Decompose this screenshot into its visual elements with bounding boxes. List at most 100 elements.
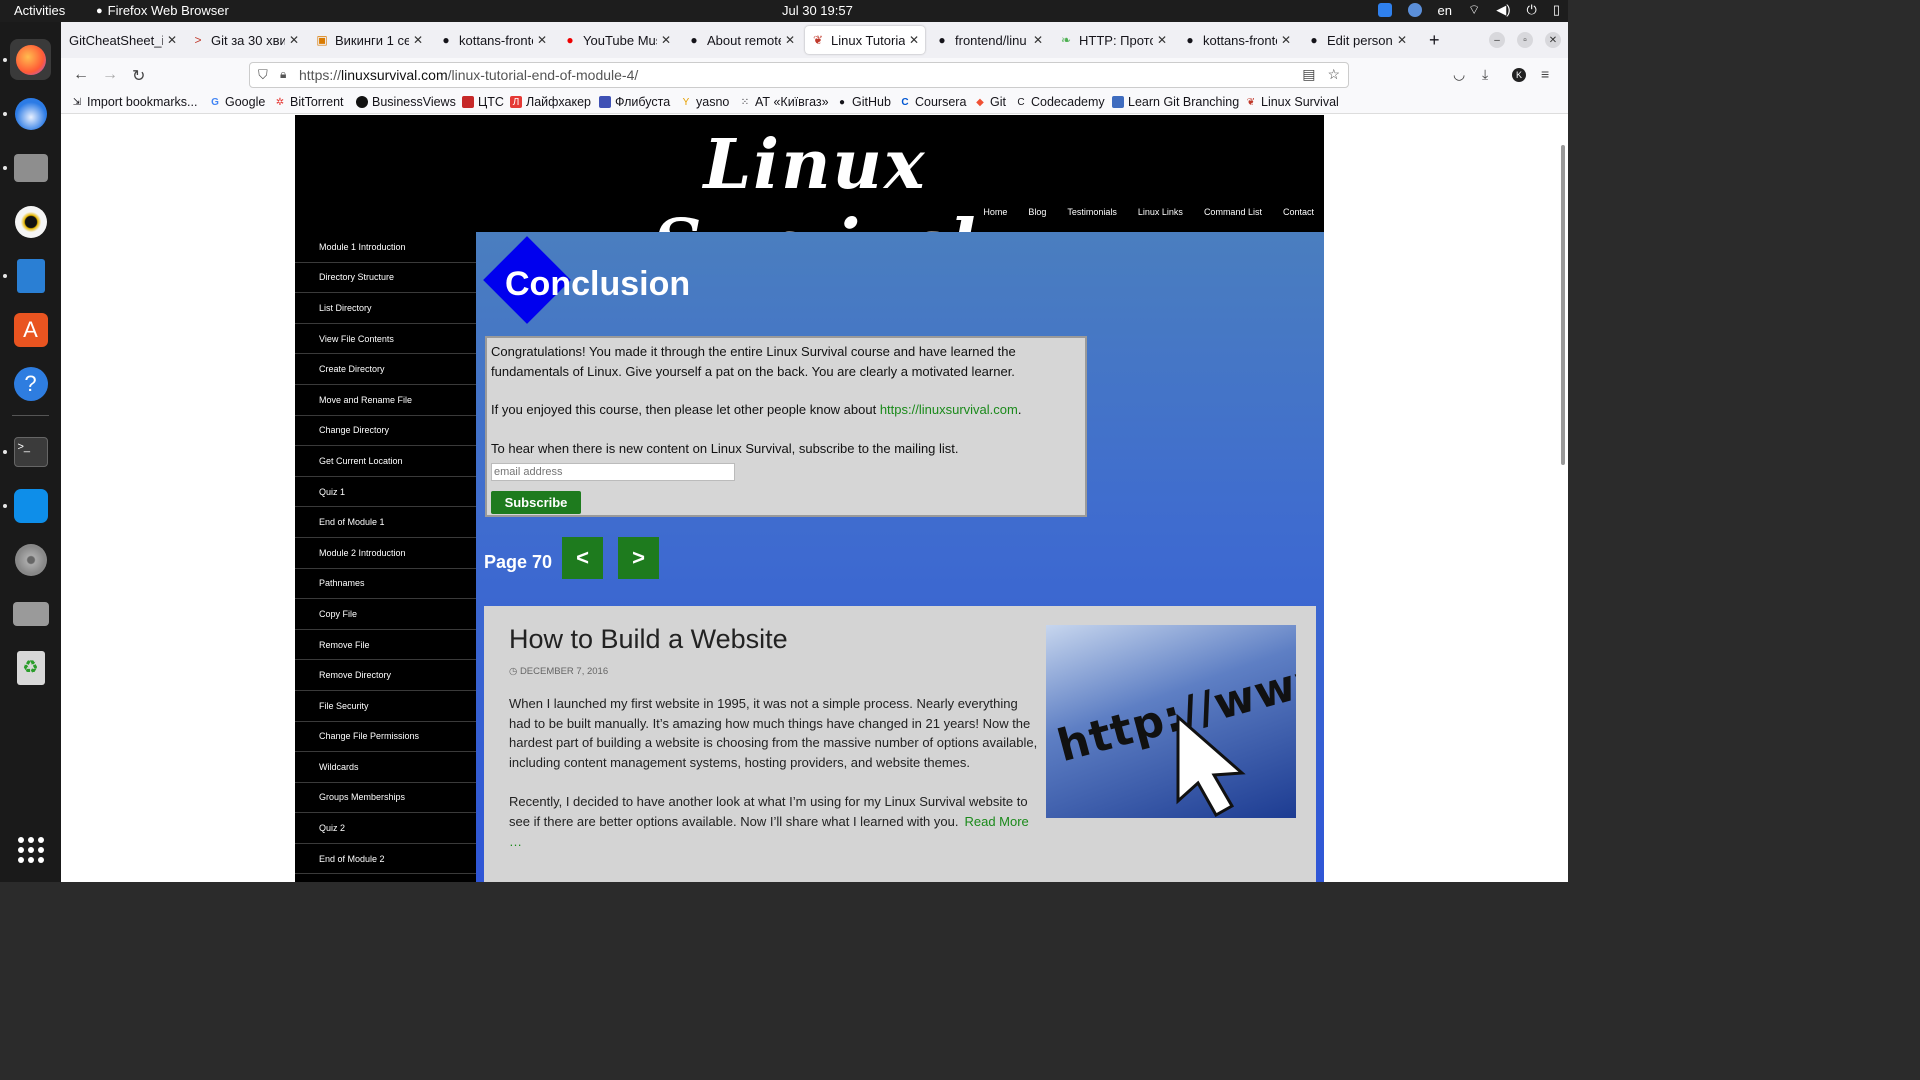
terminal-dock-icon[interactable]: >_	[10, 431, 51, 472]
back-icon[interactable]: ←	[73, 66, 89, 84]
sidebar-item[interactable]: End of Module 2	[295, 844, 476, 875]
pocket-icon[interactable]: ◡	[1453, 66, 1465, 83]
tab[interactable]: ● Edit personal ✕	[1301, 26, 1413, 54]
maximize-icon[interactable]: ▫	[1517, 32, 1533, 48]
trash-dock-icon[interactable]: ♻	[10, 647, 51, 688]
post-title[interactable]: How to Build a Website	[509, 624, 788, 655]
bookmark-item[interactable]: ⇲ Import bookmarks...	[71, 95, 198, 109]
sidebar-item[interactable]: Create Directory	[295, 354, 476, 385]
tab[interactable]: GitCheatSheet_is ✕	[63, 26, 183, 54]
close-tab-icon[interactable]: ✕	[167, 33, 177, 47]
sidebar-item[interactable]: Wildcards	[295, 752, 476, 783]
sidebar-item[interactable]: Change Directory	[295, 416, 476, 447]
url-text[interactable]: https://linuxsurvival.com/linux-tutorial…	[299, 67, 638, 83]
close-tab-icon[interactable]: ✕	[537, 33, 547, 47]
firefox-dock-icon[interactable]	[10, 39, 51, 80]
drive-dock-icon[interactable]	[10, 593, 51, 634]
software-center-dock-icon[interactable]: A	[10, 309, 51, 350]
subscribe-button[interactable]: Subscribe	[491, 491, 581, 514]
sidebar-item[interactable]: Get Current Location	[295, 446, 476, 477]
nav-contact[interactable]: Contact	[1283, 207, 1314, 217]
tab[interactable]: ▣ Викинги 1 се ✕	[309, 26, 429, 54]
teamviewer-dock-icon[interactable]	[10, 485, 51, 526]
sidebar-item[interactable]: Groups Memberships	[295, 783, 476, 814]
power-icon[interactable]: ⏻	[1527, 2, 1537, 18]
nav-testimonials[interactable]: Testimonials	[1067, 207, 1117, 217]
account-avatar-icon[interactable]: K	[1512, 68, 1526, 82]
minimize-icon[interactable]: –	[1489, 32, 1505, 48]
next-page-button[interactable]: >	[618, 537, 659, 579]
bookmark-item[interactable]: G Google	[209, 95, 265, 109]
previous-page-button[interactable]: <	[562, 537, 603, 579]
volume-icon[interactable]: ◀)	[1496, 2, 1510, 18]
sidebar-item[interactable]: Move and Rename File	[295, 385, 476, 416]
libreoffice-writer-dock-icon[interactable]	[10, 255, 51, 296]
bookmark-item[interactable]: Yyasno	[680, 95, 730, 109]
close-tab-icon[interactable]: ✕	[413, 33, 423, 47]
close-tab-icon[interactable]: ✕	[1397, 33, 1407, 47]
bookmark-star-icon[interactable]: ☆	[1327, 66, 1340, 83]
rhythmbox-dock-icon[interactable]	[10, 201, 51, 242]
tracking-protection-icon[interactable]: ⛉	[258, 67, 268, 83]
bookmark-item[interactable]: Л Лайфхакер	[510, 95, 591, 109]
thunderbird-dock-icon[interactable]	[10, 93, 51, 134]
wifi-icon[interactable]: ⌔	[1468, 2, 1480, 18]
tab[interactable]: ● frontend/linu ✕	[929, 26, 1049, 54]
language-indicator[interactable]: en	[1438, 3, 1452, 18]
bookmark-item[interactable]: C Codecademy	[1015, 95, 1104, 109]
url-bar[interactable]: ⛉ 🔒︎ https://linuxsurvival.com/linux-tut…	[249, 62, 1349, 88]
bookmark-item[interactable]: ⁙ АТ «Київгаз»	[739, 95, 829, 109]
bookmark-item[interactable]: ◆ Git	[974, 95, 1006, 109]
bookmark-item[interactable]: Learn Git Branching	[1112, 95, 1239, 109]
sidebar-item[interactable]: Change File Permissions	[295, 722, 476, 753]
disc-dock-icon[interactable]	[10, 539, 51, 580]
sidebar-item[interactable]: File Security	[295, 691, 476, 722]
sidebar-item[interactable]: List Directory	[295, 293, 476, 324]
bookmark-item[interactable]: ❦ Linux Survival	[1245, 95, 1339, 109]
close-tab-icon[interactable]: ✕	[909, 33, 919, 47]
post-date[interactable]: ◷ DECEMBER 7, 2016	[509, 666, 608, 677]
sidebar-item[interactable]: Remove File	[295, 630, 476, 661]
nav-home[interactable]: Home	[983, 207, 1007, 217]
tab[interactable]: ❧ HTTP: Проток ✕	[1053, 26, 1173, 54]
bookmark-item[interactable]: ЦТС	[462, 95, 504, 109]
app-menu[interactable]: ● Firefox Web Browser	[96, 3, 229, 18]
sidebar-item[interactable]: Directory Structure	[295, 263, 476, 294]
sidebar-item[interactable]: End of Module 1	[295, 507, 476, 538]
downloads-icon[interactable]: ⤓	[1482, 66, 1488, 83]
bookmark-item[interactable]: C Coursera	[899, 95, 966, 109]
nav-linux-links[interactable]: Linux Links	[1138, 207, 1183, 217]
tab-active[interactable]: ❦ Linux Tutorial ✕	[805, 26, 925, 54]
tab[interactable]: ● kottans-fronte ✕	[433, 26, 553, 54]
close-window-icon[interactable]: ✕	[1545, 32, 1561, 48]
tab[interactable]: ● About remote ✕	[681, 26, 801, 54]
close-tab-icon[interactable]: ✕	[785, 33, 795, 47]
forward-icon[interactable]: →	[102, 66, 118, 84]
nav-blog[interactable]: Blog	[1028, 207, 1046, 217]
tab[interactable]: ● kottans-fronte ✕	[1177, 26, 1297, 54]
tab[interactable]: ● YouTube Musi ✕	[557, 26, 677, 54]
activities-button[interactable]: Activities	[14, 3, 65, 18]
page-scrollbar[interactable]	[1561, 145, 1565, 465]
teamviewer-tray-icon[interactable]	[1377, 3, 1392, 17]
help-dock-icon[interactable]: ?	[10, 363, 51, 404]
sidebar-item[interactable]: Copy File	[295, 599, 476, 630]
bookmark-item[interactable]: BusinessViews	[356, 95, 456, 109]
bookmark-item[interactable]: ● GitHub	[836, 95, 891, 109]
close-tab-icon[interactable]: ✕	[289, 33, 299, 47]
close-tab-icon[interactable]: ✕	[661, 33, 671, 47]
sidebar-item[interactable]: Pathnames	[295, 569, 476, 600]
sidebar-item[interactable]: Quiz 2	[295, 813, 476, 844]
reader-view-icon[interactable]: ▤	[1302, 66, 1315, 83]
menu-icon[interactable]: ≡	[1541, 66, 1549, 82]
lock-icon[interactable]: 🔒︎	[280, 67, 286, 82]
post-image[interactable]: http://www	[1046, 625, 1296, 818]
files-dock-icon[interactable]	[10, 147, 51, 188]
close-tab-icon[interactable]: ✕	[1281, 33, 1291, 47]
email-field[interactable]	[491, 463, 735, 481]
reload-icon[interactable]: ↻	[132, 66, 145, 86]
nav-command-list[interactable]: Command List	[1204, 207, 1262, 217]
site-link[interactable]: https://linuxsurvival.com	[880, 402, 1018, 417]
system-tray[interactable]: en ⌔ ◀) ⏻ ▯	[1377, 2, 1560, 18]
globe-tray-icon[interactable]	[1407, 3, 1422, 17]
